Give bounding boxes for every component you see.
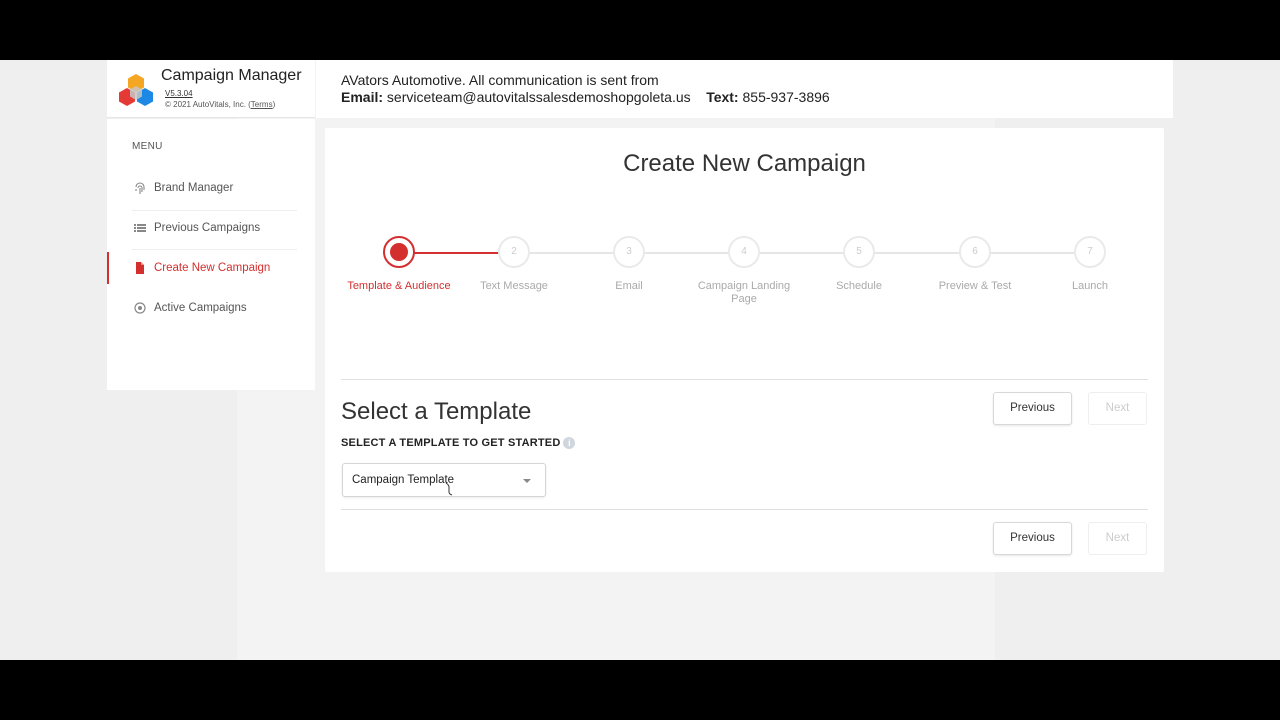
text-cursor-icon: [445, 482, 453, 496]
step-landing-page[interactable]: 4 Campaign Landing Page: [689, 236, 799, 306]
section-label-text: SELECT A TEMPLATE TO GET STARTED: [341, 437, 561, 449]
autovitals-logo-icon: [119, 74, 153, 106]
sender-info: AVators Automotive. All communication is…: [341, 72, 659, 88]
previous-button-bottom[interactable]: Previous: [993, 522, 1072, 555]
bottom-divider: [341, 509, 1148, 510]
sidebar-item-active-campaigns[interactable]: Active Campaigns: [107, 288, 315, 328]
step-label: Launch: [1071, 280, 1109, 292]
step-template-audience[interactable]: Template & Audience: [344, 236, 454, 293]
template-select-value: Campaign Template: [352, 474, 455, 486]
app-viewport: Campaign Manager V5.3.04 © 2021 AutoVita…: [0, 60, 1280, 660]
copyright-label: © 2021 AutoVitals, Inc. (: [165, 100, 251, 109]
sidebar-item-create-new-campaign[interactable]: Create New Campaign: [107, 248, 315, 288]
step-active-icon: [390, 243, 408, 261]
communication-header: AVators Automotive. All communication is…: [316, 60, 1173, 118]
step-label: Template & Audience: [347, 280, 451, 292]
page-title: Create New Campaign: [623, 150, 866, 177]
sidebar-item-label: Brand Manager: [154, 182, 234, 194]
target-icon: [133, 301, 147, 315]
email-label: Email:: [341, 89, 384, 105]
step-number: 4: [728, 236, 760, 268]
fingerprint-icon: [133, 181, 147, 195]
chevron-down-icon: [523, 479, 531, 483]
previous-button-top[interactable]: Previous: [993, 392, 1072, 425]
step-number: 5: [843, 236, 875, 268]
sidebar-header: Campaign Manager V5.3.04 © 2021 AutoVita…: [107, 60, 315, 118]
step-circle: [383, 236, 415, 268]
next-button-top[interactable]: Next: [1088, 392, 1147, 425]
copyright-end: ): [272, 100, 276, 109]
email-value: serviceteam@autovitalssalesdemoshopgolet…: [386, 89, 691, 105]
step-label: Campaign Landing Page: [697, 280, 791, 305]
stepper-divider: [341, 379, 1148, 380]
next-button-bottom[interactable]: Next: [1088, 522, 1147, 555]
create-campaign-card: Create New Campaign Template & Audience …: [325, 128, 1164, 572]
app-title: Campaign Manager: [161, 67, 302, 84]
step-label: Text Message: [480, 280, 548, 292]
step-number: 6: [959, 236, 991, 268]
step-label: Email: [615, 280, 643, 292]
step-text-message[interactable]: 2 Text Message: [459, 236, 569, 293]
text-value: 855-937-3896: [742, 89, 830, 105]
text-label: Text:: [706, 89, 739, 105]
contact-info: Email: serviceteam@autovitalssalesdemosh…: [341, 89, 830, 105]
step-schedule[interactable]: 5 Schedule: [804, 236, 914, 293]
sidebar-item-brand-manager[interactable]: Brand Manager: [107, 168, 315, 208]
step-label: Schedule: [836, 280, 882, 292]
version-link[interactable]: V5.3.04: [165, 89, 193, 98]
step-launch[interactable]: 7 Launch: [1035, 236, 1145, 293]
section-label: SELECT A TEMPLATE TO GET STARTED i: [341, 437, 576, 449]
copyright-text: © 2021 AutoVitals, Inc. (Terms): [165, 100, 275, 109]
sidebar-item-label: Active Campaigns: [154, 302, 247, 314]
step-email[interactable]: 3 Email: [574, 236, 684, 293]
document-icon: [133, 261, 147, 275]
step-preview-test[interactable]: 6 Preview & Test: [920, 236, 1030, 293]
sidebar-item-previous-campaigns[interactable]: Previous Campaigns: [107, 208, 315, 248]
step-number: 3: [613, 236, 645, 268]
step-label: Preview & Test: [938, 280, 1012, 292]
terms-link[interactable]: Terms: [251, 100, 273, 109]
step-number: 2: [498, 236, 530, 268]
info-icon[interactable]: i: [563, 437, 576, 449]
section-title: Select a Template: [341, 398, 532, 425]
sidebar-item-label: Previous Campaigns: [154, 222, 261, 234]
menu-label: MENU: [132, 141, 163, 152]
list-icon: [133, 221, 147, 235]
step-number: 7: [1074, 236, 1106, 268]
sidebar-item-label: Create New Campaign: [154, 262, 271, 274]
